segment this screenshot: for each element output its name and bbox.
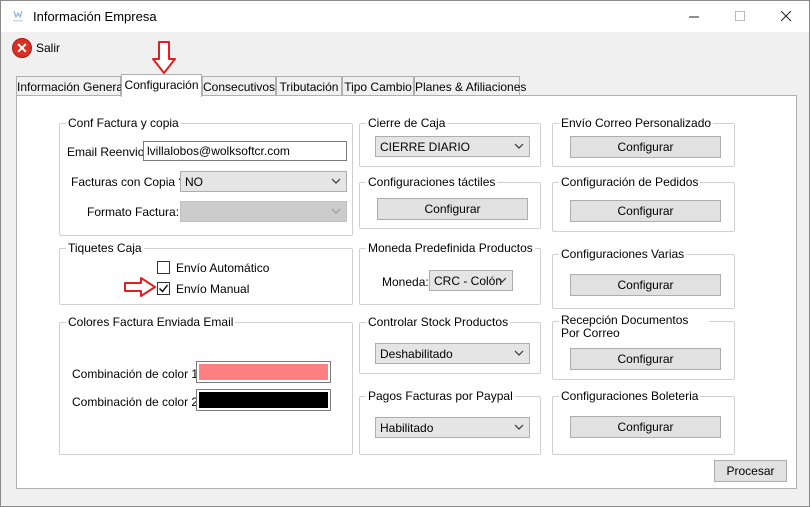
group-pagos-paypal: Pagos Facturas por Paypal Habilitado — [359, 389, 541, 455]
paypal-select[interactable]: Habilitado — [375, 417, 530, 438]
tab-planes-afiliaciones[interactable]: Planes & Afiliaciones — [414, 76, 526, 96]
maximize-icon — [734, 11, 745, 21]
envio-manual-checkbox[interactable] — [157, 282, 170, 295]
window-title: Información Empresa — [33, 9, 157, 24]
group-title: Pagos Facturas por Paypal — [366, 389, 515, 403]
email-reenvio-input[interactable]: lvillalobos@wolksoftcr.com — [143, 141, 347, 161]
select-value: Habilitado — [380, 421, 434, 435]
chevron-down-icon — [497, 277, 507, 283]
group-tiquetes-caja: Tiquetes Caja Envío Automático Envío Man… — [59, 241, 353, 305]
group-configuraciones-varias: Configuraciones Varias Configurar — [552, 247, 735, 309]
color2-swatch — [199, 392, 328, 408]
select-value: CRC - Colón — [434, 274, 503, 288]
recepcion-configurar-button[interactable]: Configurar — [570, 348, 721, 370]
tab-label: Tributación — [279, 80, 339, 94]
color2-picker[interactable] — [196, 389, 331, 411]
group-configuraciones-tactiles: Configuraciones táctiles Configurar — [359, 175, 541, 229]
moneda-label: Moneda: — [382, 275, 429, 289]
correo-configurar-button[interactable]: Configurar — [570, 136, 721, 158]
group-title: Tiquetes Caja — [66, 241, 144, 255]
envio-automatico-checkbox[interactable] — [157, 261, 170, 274]
annotation-arrow-down-icon — [152, 41, 176, 74]
checkmark-icon — [159, 284, 169, 293]
group-title: Configuración de Pedidos — [559, 175, 701, 189]
formato-label: Formato Factura: — [87, 205, 180, 219]
group-title: Recepción Documentos Por Correo — [559, 314, 709, 340]
group-envio-correo: Envío Correo Personalizado Configurar — [552, 116, 735, 167]
group-title: Cierre de Caja — [366, 116, 448, 130]
group-title: Conf Factura y copia — [66, 116, 181, 130]
select-value: NO — [185, 175, 203, 189]
tab-label: Consecutivos — [203, 80, 276, 94]
formato-factura-select[interactable] — [180, 201, 347, 222]
tab-configuracion[interactable]: Configuración — [121, 74, 202, 97]
group-configuraciones-boleteria: Configuraciones Boleteria Configurar — [552, 389, 735, 455]
procesar-button[interactable]: Procesar — [714, 460, 787, 482]
exit-label: Salir — [36, 41, 61, 55]
tab-label: Tipo Cambio — [344, 80, 412, 94]
exit-icon: ✕ — [12, 38, 32, 58]
select-value: Deshabilitado — [380, 347, 453, 361]
minimize-button[interactable] — [671, 1, 717, 32]
group-cierre-caja: Cierre de Caja CIERRE DIARIO — [359, 116, 541, 167]
tab-informacion-general[interactable]: Información General — [16, 76, 126, 96]
group-controlar-stock: Controlar Stock Productos Deshabilitado — [359, 315, 541, 374]
copias-label: Facturas con Copia ? — [71, 175, 186, 189]
stock-select[interactable]: Deshabilitado — [375, 343, 530, 364]
select-value: CIERRE DIARIO — [380, 140, 471, 154]
tab-label: Configuración — [124, 78, 199, 92]
facturas-copia-select[interactable]: NO — [180, 171, 347, 192]
close-icon — [780, 11, 791, 22]
color1-picker[interactable] — [196, 361, 331, 383]
minimize-icon — [688, 16, 699, 18]
chevron-down-icon — [331, 208, 341, 214]
group-title: Configuraciones Varias — [559, 247, 687, 261]
tab-tributacion[interactable]: Tributación — [276, 76, 342, 96]
varias-configurar-button[interactable]: Configurar — [570, 274, 721, 296]
maximize-button[interactable] — [717, 1, 763, 32]
title-bar: Información Empresa — [1, 1, 809, 32]
cierre-caja-select[interactable]: CIERRE DIARIO — [375, 136, 530, 157]
group-title: Configuraciones táctiles — [366, 175, 498, 189]
chevron-down-icon — [514, 424, 524, 430]
moneda-select[interactable]: CRC - Colón — [429, 270, 513, 291]
group-conf-factura: Conf Factura y copia Email Reenvio: lvil… — [59, 116, 353, 236]
group-title: Colores Factura Enviada Email — [66, 315, 236, 329]
group-title: Configuraciones Boleteria — [559, 389, 701, 403]
chevron-down-icon — [331, 178, 341, 184]
tab-consecutivos[interactable]: Consecutivos — [202, 76, 276, 96]
annotation-arrow-right-icon — [124, 277, 156, 297]
group-configuracion-pedidos: Configuración de Pedidos Configurar — [552, 175, 735, 232]
tab-label: Planes & Afiliaciones — [415, 80, 527, 94]
app-icon — [13, 10, 23, 22]
color2-label: Combinación de color 2: — [72, 395, 202, 409]
group-recepcion-documentos: Recepción Documentos Por Correo Configur… — [552, 314, 735, 380]
envio-manual-label: Envío Manual — [176, 282, 250, 296]
group-title: Controlar Stock Productos — [366, 315, 511, 329]
tab-tipo-cambio[interactable]: Tipo Cambio — [342, 76, 414, 96]
chevron-down-icon — [514, 143, 524, 149]
tactiles-configurar-button[interactable]: Configurar — [377, 198, 528, 220]
email-label: Email Reenvio: — [67, 145, 148, 159]
group-title: Moneda Predefinida Productos — [366, 241, 535, 255]
pedidos-configurar-button[interactable]: Configurar — [570, 200, 721, 222]
group-moneda-predefinida: Moneda Predefinida Productos Moneda: CRC… — [359, 241, 541, 305]
envio-automatico-label: Envío Automático — [176, 261, 270, 275]
chevron-down-icon — [514, 350, 524, 356]
configuracion-panel: Conf Factura y copia Email Reenvio: lvil… — [16, 95, 797, 489]
color1-label: Combinación de color 1: — [72, 367, 202, 381]
close-button[interactable] — [763, 1, 809, 32]
window: Información Empresa ✕ Salir Información … — [0, 0, 810, 507]
tab-label: Información General — [17, 80, 126, 94]
group-colores-factura: Colores Factura Enviada Email Combinació… — [59, 315, 353, 455]
boleteria-configurar-button[interactable]: Configurar — [570, 416, 721, 438]
group-title: Envío Correo Personalizado — [559, 116, 714, 130]
color1-swatch — [199, 364, 328, 380]
exit-button[interactable]: ✕ Salir — [12, 38, 60, 58]
